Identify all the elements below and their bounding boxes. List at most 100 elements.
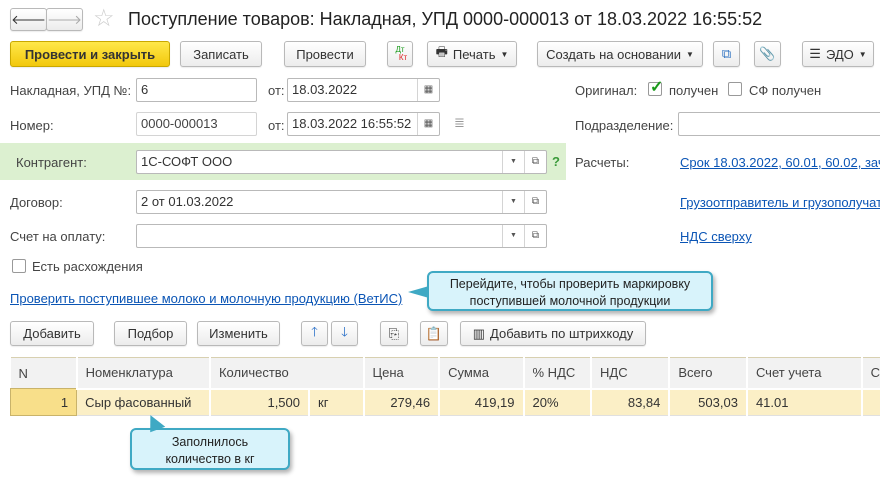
from-label: от:	[268, 118, 285, 133]
dropdown-icon[interactable]: ▼	[502, 191, 524, 213]
move-down-button[interactable]: 🡓	[331, 321, 358, 346]
invoice-date-input[interactable]: 18.03.2022 ▦	[287, 78, 440, 102]
copy-button[interactable]: ⎘	[380, 321, 408, 346]
col-sum[interactable]: Сумма	[439, 357, 525, 389]
chevron-down-icon: ▼	[685, 49, 694, 59]
cell-vat-rate[interactable]: 20%	[523, 387, 593, 416]
cell-n[interactable]: 1	[9, 388, 78, 416]
comment-icon[interactable]: ≣	[454, 115, 465, 131]
dropdown-icon[interactable]: ▼	[502, 151, 524, 173]
paperclip-icon: 📎	[759, 46, 776, 61]
col-n[interactable]: N	[10, 357, 78, 389]
callout-pointer	[408, 286, 429, 298]
pick-button[interactable]: Подбор	[114, 321, 187, 346]
col-vat-rate[interactable]: % НДС	[523, 357, 593, 389]
calendar-icon[interactable]: ▦	[417, 79, 439, 101]
table-row[interactable]: 1 Сыр фасованный 1,500 кг 279,46 419,19 …	[9, 387, 880, 416]
contract-input[interactable]: 2 от 01.03.2022 ▼ ⧉	[136, 190, 547, 214]
vetis-link[interactable]: Проверить поступившее молоко и молочную …	[10, 291, 402, 306]
cell-extra[interactable]	[861, 387, 880, 416]
edit-button[interactable]: Изменить	[197, 321, 280, 346]
copy-icon: ⎘	[388, 325, 400, 341]
star-icon[interactable]: ☆	[93, 4, 115, 33]
paste-button[interactable]: 📋	[420, 321, 448, 346]
cell-vat[interactable]: 83,84	[591, 387, 671, 416]
help-icon[interactable]: ?	[552, 154, 560, 169]
cell-item[interactable]: Сыр фасованный	[76, 387, 211, 416]
move-up-button[interactable]: 🡑	[301, 321, 328, 346]
cell-price[interactable]: 279,46	[363, 387, 441, 416]
vat-on-top-link[interactable]: НДС сверху	[680, 229, 752, 244]
received-label: получен	[669, 83, 719, 98]
number-date-input[interactable]: 18.03.2022 16:55:52 ▦	[287, 112, 440, 136]
edo-icon: ☰	[809, 46, 821, 61]
col-vat[interactable]: НДС	[591, 357, 671, 389]
dropdown-icon[interactable]: ▼	[502, 225, 524, 247]
forward-button[interactable]: 🡒	[46, 8, 83, 31]
dt-kt-button[interactable]: Дт Кт	[387, 41, 413, 67]
structure-button[interactable]: ⧉	[713, 41, 740, 67]
open-icon[interactable]: ⧉	[524, 225, 546, 247]
arrow-left-icon: 🡐	[11, 11, 46, 27]
paste-icon: 📋	[425, 325, 443, 341]
table-header: N Номенклатура Количество Цена Сумма % Н…	[10, 357, 880, 389]
attach-button[interactable]: 📎	[754, 41, 781, 67]
goods-table: N Номенклатура Количество Цена Сумма % Н…	[9, 357, 880, 416]
invoice-pay-input[interactable]: ▼ ⧉	[136, 224, 547, 248]
page-title: Поступление товаров: Накладная, УПД 0000…	[128, 9, 763, 29]
open-icon[interactable]: ⧉	[524, 191, 546, 213]
print-label: Печать	[452, 46, 496, 62]
cell-account[interactable]: 41.01	[746, 387, 863, 416]
back-button[interactable]: 🡐	[10, 8, 47, 31]
create-based-label: Создать на основании	[546, 46, 681, 62]
create-based-button[interactable]: Создать на основании ▼	[537, 41, 703, 67]
sf-received-checkbox[interactable]	[728, 82, 742, 96]
division-label: Подразделение:	[575, 118, 674, 133]
add-by-barcode-button[interactable]: ▥ Добавить по штрихкоду	[460, 321, 646, 346]
col-qty[interactable]: Количество	[209, 357, 365, 389]
original-label: Оригинал:	[575, 83, 638, 98]
post-button[interactable]: Провести	[284, 41, 366, 67]
cell-qty[interactable]: 1,500	[209, 387, 311, 416]
col-extra[interactable]: С	[861, 357, 880, 389]
settlements-label: Расчеты:	[575, 155, 630, 170]
counterparty-value: 1С-СОФТ ООО	[141, 154, 233, 169]
col-item[interactable]: Номенклатура	[76, 357, 211, 389]
settlements-link[interactable]: Срок 18.03.2022, 60.01, 60.02, зач	[680, 155, 880, 170]
shipper-link[interactable]: Грузоотправитель и грузополучат	[680, 195, 880, 210]
contract-value: 2 от 01.03.2022	[141, 194, 234, 209]
print-button[interactable]: 🖶 Печать ▼	[427, 41, 517, 67]
cell-total[interactable]: 503,03	[669, 387, 748, 416]
col-account[interactable]: Счет учета	[746, 357, 863, 389]
hierarchy-icon: ⧉	[721, 46, 732, 61]
post-and-close-button[interactable]: Провести и закрыть	[10, 41, 170, 67]
invoice-number-input[interactable]: 6	[136, 78, 257, 102]
from-label: от:	[268, 83, 285, 98]
invoice-date-value: 18.03.2022	[292, 82, 358, 97]
kt-label: Кт	[398, 53, 408, 62]
col-price[interactable]: Цена	[363, 357, 441, 389]
cell-unit[interactable]: кг	[309, 387, 365, 416]
number-input[interactable]: 0000-000013	[136, 112, 257, 136]
add-button[interactable]: Добавить	[10, 321, 94, 346]
printer-icon: 🖶	[435, 44, 448, 59]
number-date-value: 18.03.2022 16:55:52	[292, 116, 412, 131]
chevron-down-icon: ▼	[500, 49, 509, 59]
counterparty-input[interactable]: 1С-СОФТ ООО ▼ ⧉	[136, 150, 547, 174]
contract-label: Договор:	[10, 195, 63, 210]
invoice-pay-label: Счет на оплату:	[10, 229, 106, 244]
discrepancy-label: Есть расхождения	[32, 259, 143, 274]
cell-sum[interactable]: 419,19	[439, 387, 525, 416]
invoice-number-label: Накладная, УПД №:	[10, 83, 132, 98]
edo-button[interactable]: ☰ ЭДО ▼	[802, 41, 874, 67]
division-input[interactable]	[678, 112, 880, 136]
col-total[interactable]: Всего	[669, 357, 748, 389]
barcode-icon: ▥	[472, 325, 486, 341]
received-checkbox[interactable]: ✓	[648, 79, 663, 96]
open-icon[interactable]: ⧉	[524, 151, 546, 173]
counterparty-label: Контрагент:	[16, 155, 87, 170]
calendar-icon[interactable]: ▦	[417, 113, 439, 135]
save-button[interactable]: Записать	[180, 41, 262, 67]
number-label: Номер:	[10, 118, 54, 133]
discrepancy-checkbox[interactable]	[12, 259, 26, 273]
